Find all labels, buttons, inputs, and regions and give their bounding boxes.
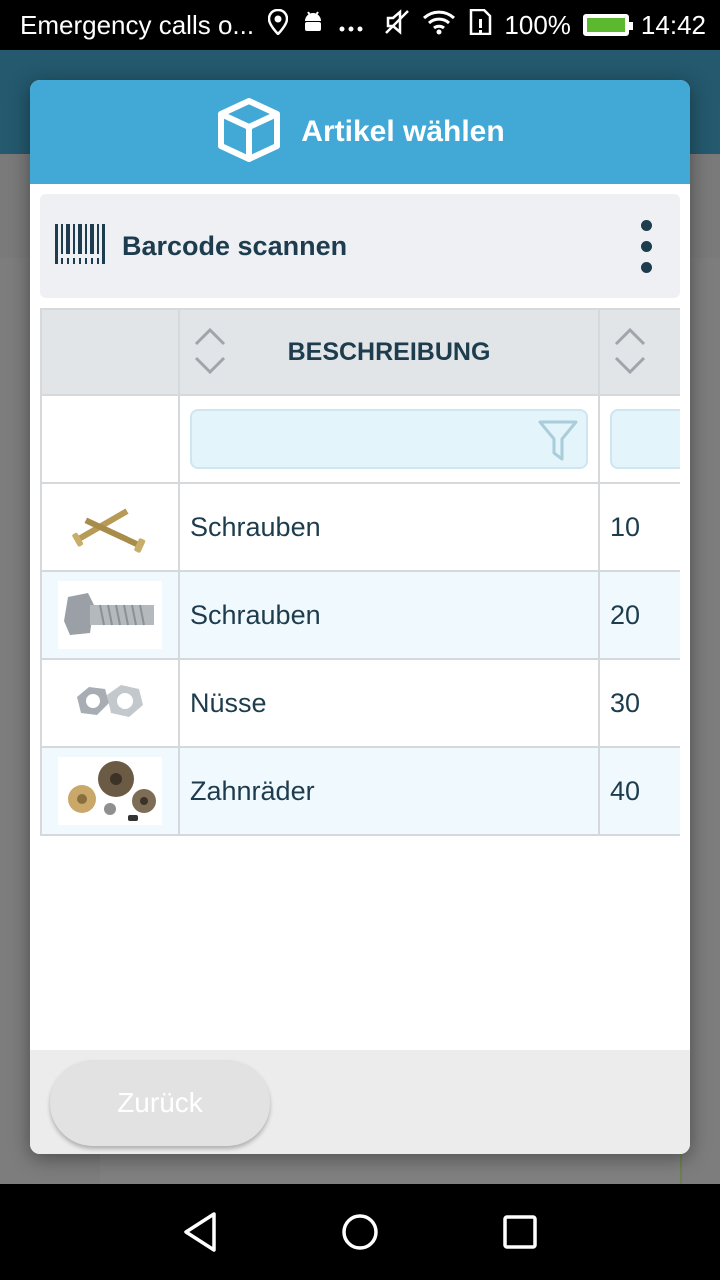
row-image-cell — [40, 572, 180, 658]
dialog-footer: Zurück — [30, 1050, 690, 1154]
barcode-scan-label: Barcode scannen — [122, 230, 348, 261]
gears-image — [58, 757, 162, 825]
filter-cell-image — [40, 396, 180, 482]
more-dot — [640, 219, 652, 231]
mute-icon — [384, 8, 410, 42]
row-image-cell — [40, 660, 180, 746]
bolt-image — [58, 581, 162, 649]
row-description: Zahnräder — [190, 775, 315, 806]
table-row[interactable]: Nüsse 30 — [40, 660, 680, 748]
column-title-description: BESCHREIBUNG — [287, 337, 491, 366]
dialog-header: Artikel wählen — [30, 80, 690, 184]
table-filter-row — [40, 396, 680, 484]
row-number: 40 — [610, 775, 641, 806]
more-dot — [640, 240, 652, 252]
sort-icon — [610, 320, 650, 385]
more-icon — [338, 10, 364, 41]
filter-icon — [538, 419, 578, 468]
number-filter-input[interactable] — [610, 409, 680, 469]
row-description-cell: Zahnräder — [180, 748, 600, 834]
dialog-body: Barcode scannen BESCHREIBUNG Schrauben 1… — [30, 184, 690, 1050]
table-row[interactable]: Schrauben 20 — [40, 572, 680, 660]
article-table: BESCHREIBUNG Schrauben 10 Schrauben 20 N… — [40, 308, 680, 836]
row-number-cell: 40 — [600, 748, 680, 834]
select-article-dialog: Artikel wählen Barcode scannen BESCHREIB… — [30, 80, 690, 1154]
table-header-row: BESCHREIBUNG — [40, 308, 680, 396]
battery-percent: 100% — [504, 9, 571, 40]
more-options-button[interactable] — [626, 211, 666, 281]
nuts-image — [58, 669, 162, 737]
box-icon — [215, 97, 283, 168]
dialog-title: Artikel wählen — [301, 115, 505, 148]
table-row[interactable]: Zahnräder 40 — [40, 748, 680, 836]
description-filter-input[interactable] — [190, 409, 588, 469]
row-image-cell — [40, 748, 180, 834]
screws-image — [58, 493, 162, 561]
home-nav-icon[interactable] — [330, 1202, 390, 1262]
notification-text: Emergency calls o... — [20, 9, 255, 40]
row-image-cell — [40, 484, 180, 570]
row-description-cell: Schrauben — [180, 572, 600, 658]
row-number-cell: 10 — [600, 484, 680, 570]
android-icon — [302, 10, 324, 41]
filter-cell-number — [600, 396, 680, 482]
wifi-icon — [422, 9, 456, 42]
column-header-number[interactable] — [600, 310, 680, 394]
column-header-image — [40, 310, 180, 394]
row-number-cell: 20 — [600, 572, 680, 658]
row-description-cell: Schrauben — [180, 484, 600, 570]
barcode-icon — [54, 222, 106, 271]
row-description: Nüsse — [190, 687, 267, 718]
row-number-cell: 30 — [600, 660, 680, 746]
back-nav-icon[interactable] — [170, 1202, 230, 1262]
sim-icon — [468, 8, 492, 42]
back-button[interactable]: Zurück — [50, 1060, 270, 1146]
table-row[interactable]: Schrauben 10 — [40, 484, 680, 572]
location-icon — [267, 8, 289, 42]
clock: 14:42 — [640, 9, 706, 40]
row-description: Schrauben — [190, 599, 321, 630]
row-description-cell: Nüsse — [180, 660, 600, 746]
row-number: 30 — [610, 687, 641, 718]
battery-icon — [582, 14, 633, 36]
column-header-description[interactable]: BESCHREIBUNG — [180, 310, 600, 394]
more-dot — [640, 261, 652, 273]
navigation-bar — [0, 1184, 720, 1280]
barcode-scan-bar[interactable]: Barcode scannen — [40, 194, 680, 298]
status-bar: Emergency calls o... 100% 14:42 — [0, 0, 720, 50]
row-number: 20 — [610, 599, 641, 630]
row-number: 10 — [610, 511, 641, 542]
filter-cell-description — [180, 396, 600, 482]
recents-nav-icon[interactable] — [490, 1202, 550, 1262]
row-description: Schrauben — [190, 511, 321, 542]
